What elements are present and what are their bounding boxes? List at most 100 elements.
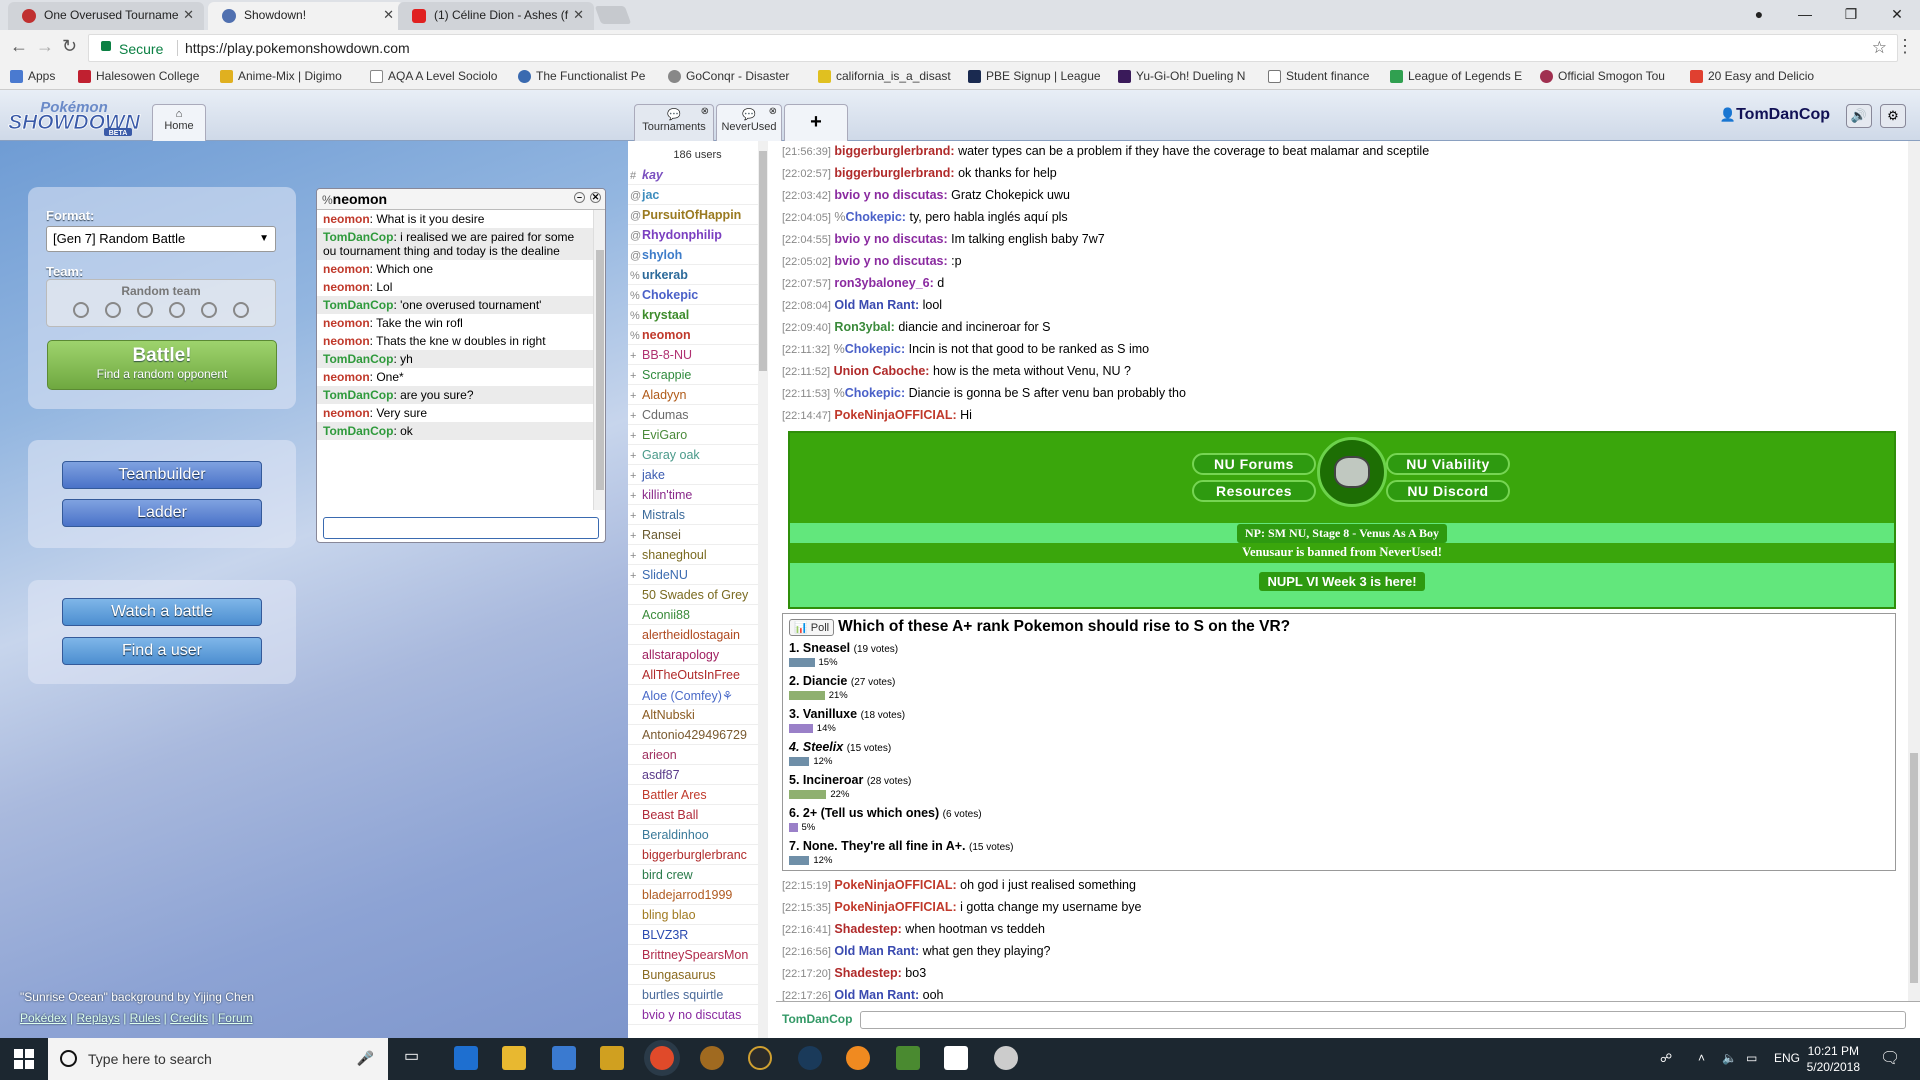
- taskbar-search[interactable]: Type here to search 🎤: [48, 1038, 388, 1080]
- network-icon[interactable]: ▭: [1746, 1051, 1757, 1065]
- back-icon[interactable]: ←: [10, 36, 28, 57]
- user-list-item[interactable]: Antonio429496729: [628, 725, 767, 745]
- user-list-item[interactable]: + Garay oak: [628, 445, 767, 465]
- showdown-logo[interactable]: Pokémon SHOWDOWN BETA: [4, 96, 148, 136]
- settings-button[interactable]: ⚙: [1880, 104, 1906, 128]
- user-list-item[interactable]: Aloe (Comfey)⚘: [628, 685, 767, 705]
- chat-username[interactable]: Old Man Rant:: [834, 298, 919, 312]
- user-list-item[interactable]: Aconii88: [628, 605, 767, 625]
- file-explorer-icon[interactable]: [502, 1046, 526, 1070]
- bookmark-item[interactable]: PBE Signup | League: [968, 69, 1101, 83]
- tab-neverused[interactable]: 💬 NeverUsed ⊗: [716, 104, 782, 141]
- app-icon[interactable]: [600, 1046, 624, 1070]
- new-room-button[interactable]: +: [784, 104, 848, 141]
- bookmark-apps[interactable]: Apps: [10, 69, 55, 83]
- chat-username[interactable]: Ron3ybal:: [834, 320, 894, 334]
- chat-username[interactable]: Chokepic:: [846, 210, 906, 224]
- pm-message-user[interactable]: neomon: [323, 316, 370, 330]
- chat-username[interactable]: bvio y no discutas:: [834, 232, 947, 246]
- user-count[interactable]: 186 users: [628, 141, 767, 165]
- pm-message-user[interactable]: neomon: [323, 406, 370, 420]
- now-playing-label[interactable]: NP: SM NU, Stage 8 - Venus As A Boy: [1236, 524, 1448, 543]
- battle-button[interactable]: Battle! Find a random opponent: [47, 340, 277, 390]
- user-list-item[interactable]: + SlideNU: [628, 565, 767, 585]
- restore-icon[interactable]: ❐: [1828, 0, 1874, 28]
- credits-link[interactable]: Credits: [170, 1011, 208, 1025]
- user-list-item[interactable]: % neomon: [628, 325, 767, 345]
- close-tab-icon[interactable]: ✕: [183, 7, 194, 23]
- minimize-pm-icon[interactable]: –: [574, 192, 585, 203]
- user-list-item[interactable]: Beast Ball: [628, 805, 767, 825]
- chat-username[interactable]: PokeNinjaOFFICIAL:: [834, 878, 956, 892]
- user-list-item[interactable]: BrittneySpearsMon: [628, 945, 767, 965]
- browser-tab-1[interactable]: One Overused Tourname ✕: [8, 2, 204, 30]
- mail-icon[interactable]: [944, 1046, 968, 1070]
- bookmark-item[interactable]: Halesowen College: [78, 69, 199, 83]
- profile-icon[interactable]: ●: [1736, 0, 1782, 28]
- chat-username[interactable]: PokeNinjaOFFICIAL:: [834, 408, 956, 422]
- bookmark-item[interactable]: Yu-Gi-Oh! Dueling N: [1118, 69, 1245, 83]
- chat-username[interactable]: Chokepic:: [845, 342, 905, 356]
- user-list-item[interactable]: allstarapology: [628, 645, 767, 665]
- user-list-item[interactable]: # kay: [628, 165, 767, 185]
- user-list-item[interactable]: 50 Swades of Grey: [628, 585, 767, 605]
- pm-message-user[interactable]: neomon: [323, 212, 370, 226]
- bookmark-item[interactable]: AQA A Level Sociolo: [370, 69, 497, 83]
- user-list-item[interactable]: bling blao: [628, 905, 767, 925]
- user-list-item[interactable]: + jake: [628, 465, 767, 485]
- reload-icon[interactable]: ↻: [62, 36, 77, 57]
- pm-message-user[interactable]: TomDanCop: [323, 298, 393, 312]
- pm-scrollbar[interactable]: [593, 210, 605, 510]
- chrome-icon[interactable]: [650, 1046, 674, 1070]
- volume-icon[interactable]: 🔈: [1722, 1051, 1737, 1065]
- edge-icon[interactable]: [454, 1046, 478, 1070]
- find-user-button[interactable]: Find a user: [62, 637, 262, 665]
- scrollbar-thumb[interactable]: [1910, 753, 1918, 983]
- ladder-button[interactable]: Ladder: [62, 499, 262, 527]
- app-icon[interactable]: [846, 1046, 870, 1070]
- pm-message-user[interactable]: neomon: [323, 262, 370, 276]
- tab-tournaments[interactable]: 💬 Tournaments ⊗: [634, 104, 714, 141]
- chat-username[interactable]: Shadestep:: [834, 922, 901, 936]
- windows-start-icon[interactable]: [14, 1049, 34, 1069]
- user-list-item[interactable]: alertheidlostagain: [628, 625, 767, 645]
- user-list-item[interactable]: asdf87: [628, 765, 767, 785]
- user-list-item[interactable]: @shyloh: [628, 245, 767, 265]
- chat-username[interactable]: Old Man Rant:: [834, 988, 919, 1001]
- close-tab-icon[interactable]: ✕: [573, 7, 584, 23]
- close-window-icon[interactable]: ✕: [1874, 0, 1920, 28]
- minecraft-icon[interactable]: [896, 1046, 920, 1070]
- chat-username[interactable]: PokeNinjaOFFICIAL:: [834, 900, 956, 914]
- user-list-item[interactable]: bird crew: [628, 865, 767, 885]
- close-room-icon[interactable]: ⊗: [701, 106, 709, 117]
- teambuilder-button[interactable]: Teambuilder: [62, 461, 262, 489]
- user-list-item[interactable]: @jac: [628, 185, 767, 205]
- user-menu[interactable]: 👤TomDanCop: [1720, 106, 1830, 124]
- user-list-scrollbar[interactable]: [758, 141, 768, 1038]
- poll-option[interactable]: 5. Incineroar (28 votes): [789, 773, 1889, 787]
- pm-message-user[interactable]: TomDanCop: [323, 352, 393, 366]
- poll-option[interactable]: 4. Steelix (15 votes): [789, 740, 1889, 754]
- bookmark-item[interactable]: Student finance: [1268, 69, 1369, 83]
- clock[interactable]: 10:21 PM 5/20/2018: [1807, 1043, 1860, 1075]
- nupl-link[interactable]: NUPL VI Week 3 is here!: [1259, 572, 1425, 591]
- chat-username[interactable]: Chokepic:: [845, 386, 905, 400]
- menu-icon[interactable]: ⋮: [1896, 36, 1914, 57]
- chat-username[interactable]: Union Caboche:: [834, 364, 930, 378]
- user-list-item[interactable]: % krystaal: [628, 305, 767, 325]
- user-list-item[interactable]: + killin'time: [628, 485, 767, 505]
- user-list-item[interactable]: bladejarrod1999: [628, 885, 767, 905]
- poll-option[interactable]: 7. None. They're all fine in A+. (15 vot…: [789, 839, 1889, 853]
- user-list-item[interactable]: AltNubski: [628, 705, 767, 725]
- store-icon[interactable]: [552, 1046, 576, 1070]
- app-icon[interactable]: [700, 1046, 724, 1070]
- nu-forums-link[interactable]: NU Forums: [1192, 453, 1316, 475]
- url-field[interactable]: Secure https://play.pokemonshowdown.com …: [88, 34, 1898, 62]
- pm-message-user[interactable]: neomon: [323, 280, 370, 294]
- user-list-item[interactable]: @Rhydonphilip: [628, 225, 767, 245]
- chat-input[interactable]: [860, 1011, 1906, 1029]
- forum-link[interactable]: Forum: [218, 1011, 253, 1025]
- user-list-item[interactable]: + Mistrals: [628, 505, 767, 525]
- user-list-item[interactable]: BLVZ3R: [628, 925, 767, 945]
- user-list-item[interactable]: + Ransei: [628, 525, 767, 545]
